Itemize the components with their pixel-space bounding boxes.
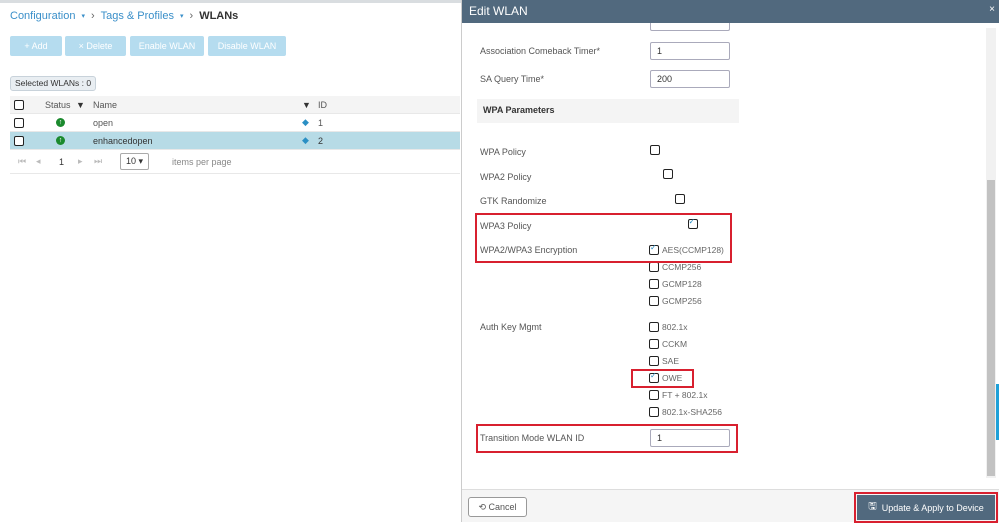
checkbox[interactable] xyxy=(649,390,659,400)
gtk-checkbox[interactable] xyxy=(675,194,686,204)
breadcrumb-current: WLANs xyxy=(199,10,239,22)
page-number: 1 xyxy=(59,156,65,167)
edit-wlan-dialog: Edit WLAN × Association Comeback Timer* … xyxy=(461,0,999,523)
option-label: CCKM xyxy=(662,339,688,349)
table-header: Status ▼ Name ▼ ID xyxy=(10,96,460,114)
save-icon: 🖫 xyxy=(868,501,877,512)
wpa2-policy-checkbox[interactable] xyxy=(662,169,673,179)
enc-option[interactable]: GCMP256 xyxy=(649,296,724,306)
akm-option[interactable]: SAE xyxy=(649,356,722,366)
enc-option[interactable]: CCMP256 xyxy=(649,262,724,272)
checkbox[interactable] xyxy=(649,262,659,272)
wpa-section-header: WPA Parameters xyxy=(477,99,739,123)
update-apply-label: Update & Apply to Device xyxy=(881,502,984,513)
wpa-policy-checkbox[interactable] xyxy=(650,145,660,155)
dialog-footer: ⟲ Cancel 🖫 Update & Apply to Device xyxy=(462,489,999,523)
scrollbar-thumb[interactable] xyxy=(987,180,995,476)
pager: ⏮ ◂ 1 ▸ ⏭ 10 ▾ items per page xyxy=(10,150,460,174)
table-row[interactable]: ↑ open ◆ 1 xyxy=(10,114,460,132)
option-label: GCMP128 xyxy=(662,279,702,289)
option-label: 802.1x-SHA256 xyxy=(662,407,723,417)
option-label: GCMP256 xyxy=(662,296,702,306)
close-icon[interactable]: × xyxy=(989,4,995,15)
checkbox[interactable] xyxy=(649,339,659,349)
gtk-label: GTK Randomize xyxy=(480,196,547,206)
option-label: SAE xyxy=(662,356,680,366)
select-all-checkbox[interactable] xyxy=(14,99,24,110)
checkbox[interactable] xyxy=(649,279,659,289)
akm-option[interactable]: 802.1x-SHA256 xyxy=(649,407,722,417)
wlan-name[interactable]: enhancedopen xyxy=(93,136,153,146)
cancel-button[interactable]: ⟲ Cancel xyxy=(468,497,527,517)
option-label: 802.1x xyxy=(662,322,688,332)
wlan-id: 1 xyxy=(318,117,324,128)
checkbox[interactable] xyxy=(649,322,659,332)
breadcrumb-tags-profiles[interactable]: Tags & Profiles xyxy=(101,10,174,22)
sa-query-label: SA Query Time* xyxy=(480,74,545,84)
tag-icon: ◆ xyxy=(302,135,309,145)
name-header: Name xyxy=(93,99,118,110)
option-label: CCMP256 xyxy=(662,262,702,272)
next-page-icon[interactable]: ▸ xyxy=(78,156,83,167)
akm-option[interactable]: 802.1x xyxy=(649,322,722,332)
add-button[interactable]: + Add xyxy=(10,36,62,56)
scrollbar[interactable] xyxy=(986,28,996,478)
breadcrumb-configuration[interactable]: Configuration xyxy=(10,10,75,22)
row-checkbox[interactable] xyxy=(14,135,24,146)
highlight-box xyxy=(476,424,738,453)
akm-option[interactable]: CCKM xyxy=(649,339,722,349)
delete-button[interactable]: × Delete xyxy=(65,36,126,56)
filter-icon[interactable]: ▼ xyxy=(76,100,85,110)
first-page-icon[interactable]: ⏮ xyxy=(18,156,26,167)
dialog-title: Edit WLAN xyxy=(469,4,528,18)
wpa2-policy-label: WPA2 Policy xyxy=(480,172,532,182)
highlight-box xyxy=(475,213,732,263)
id-header: ID xyxy=(318,99,327,110)
wpa-policy-label: WPA Policy xyxy=(480,147,526,157)
akm-label: Auth Key Mgmt xyxy=(480,322,542,332)
filter-icon[interactable]: ▼ xyxy=(302,100,311,110)
enable-wlan-button[interactable]: Enable WLAN xyxy=(130,36,204,56)
dialog-header: Edit WLAN × xyxy=(462,0,999,23)
sa-query-input[interactable] xyxy=(650,70,730,88)
prev-page-icon[interactable]: ◂ xyxy=(36,156,41,167)
update-apply-button[interactable]: 🖫 Update & Apply to Device xyxy=(857,495,995,520)
disable-wlan-button[interactable]: Disable WLAN xyxy=(208,36,286,56)
last-page-icon[interactable]: ⏭ xyxy=(94,156,102,167)
wlan-id: 2 xyxy=(318,135,324,146)
assoc-timer-label: Association Comeback Timer* xyxy=(480,46,601,56)
option-label: FT + 802.1x xyxy=(662,390,708,400)
cut-off-input[interactable] xyxy=(650,23,730,31)
checkbox[interactable] xyxy=(649,296,659,306)
selected-count: Selected WLANs : 0 xyxy=(10,76,97,91)
breadcrumb: Configuration ▾ › Tags & Profiles ▾ › WLANs xyxy=(10,10,239,22)
table-row[interactable]: ↑ enhancedopen ◆ 2 xyxy=(10,132,460,150)
status-header: Status xyxy=(45,99,71,110)
assoc-timer-input[interactable] xyxy=(650,42,730,60)
checkbox[interactable] xyxy=(649,356,659,366)
status-up-icon: ↑ xyxy=(56,118,65,127)
akm-option[interactable]: FT + 802.1x xyxy=(649,390,722,400)
wlan-table: Status ▼ Name ▼ ID ↑ open ◆ 1 ↑ enhanced… xyxy=(10,96,460,174)
per-page-select[interactable]: 10 ▾ xyxy=(120,153,150,170)
per-page-label: items per page xyxy=(172,156,232,167)
row-checkbox[interactable] xyxy=(14,117,24,128)
status-up-icon: ↑ xyxy=(56,136,65,145)
enc-option[interactable]: GCMP128 xyxy=(649,279,724,289)
tag-icon: ◆ xyxy=(302,117,309,127)
wlan-name[interactable]: open xyxy=(93,118,113,128)
checkbox[interactable] xyxy=(649,407,659,417)
highlight-box xyxy=(631,369,694,388)
